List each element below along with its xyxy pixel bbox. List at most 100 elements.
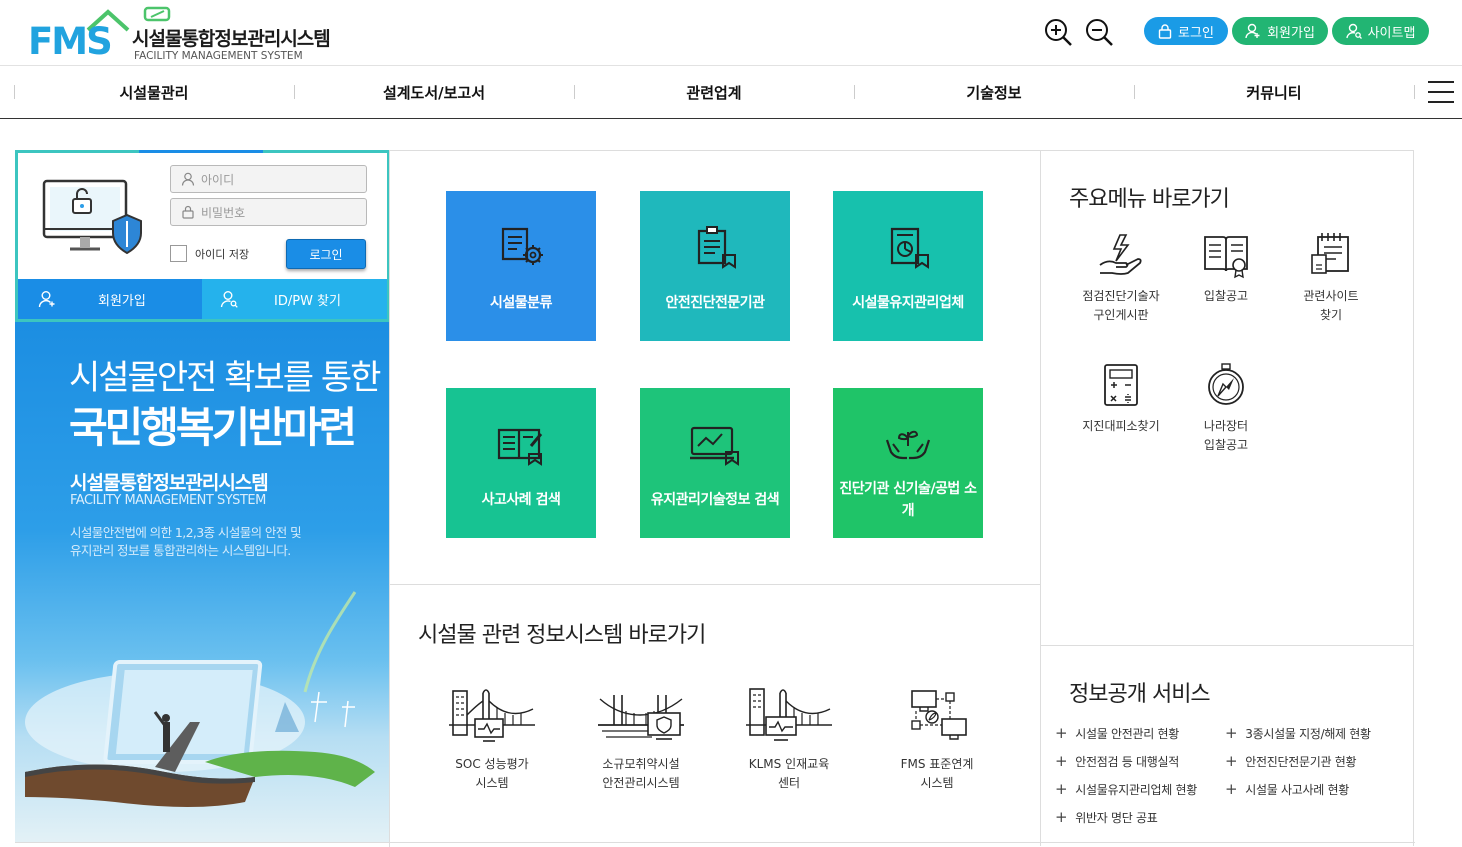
- svc-link-class3-designation[interactable]: +3종시설물 지정/해제 현황: [1225, 724, 1371, 742]
- sys-fms-standard-link[interactable]: FMS 표준연계 시스템: [862, 685, 1012, 793]
- svc-link-accident-cases[interactable]: + 시설물 사고사례 현황: [1225, 780, 1349, 798]
- tile-label: 유지관리기술정보 검색: [650, 492, 780, 508]
- tile-label: 시설물유지관리업체: [852, 295, 964, 311]
- lock-icon: [182, 205, 194, 219]
- notepad-icon: [1311, 233, 1349, 274]
- book-badge-icon: [1204, 236, 1248, 279]
- sys-label-line-1: KLMS 인재교육: [748, 757, 830, 771]
- zoom-in-icon[interactable]: [1043, 17, 1073, 47]
- zoom-out-icon[interactable]: [1084, 17, 1114, 47]
- menu-label-line-1: 점검진단기술자: [1082, 289, 1160, 303]
- svc-link-inspection-record[interactable]: + 안전점검 등 대행실적: [1055, 752, 1179, 770]
- logo-fms-text: FMS: [28, 20, 113, 63]
- banner-system-name: 시설물통합정보관리시스템: [70, 472, 269, 494]
- info-systems-title: 시설물 관련 정보시스템 바로가기: [418, 623, 706, 648]
- logo-title: 시설물통합정보관리시스템: [132, 28, 331, 50]
- sitemap-button[interactable]: 사이트맵: [1332, 17, 1429, 45]
- hands-plant-icon: [885, 430, 931, 460]
- banner-headline-1: 시설물안전 확보를 통한: [69, 358, 381, 398]
- signup-button[interactable]: 회원가입: [1232, 17, 1328, 45]
- signup-tab-label: 회원가입: [98, 293, 146, 309]
- svc-label: 시설물 안전관리 현황: [1075, 727, 1179, 741]
- menu-label-line-1: 나라장터: [1203, 419, 1249, 433]
- tile-label: 안전진단전문기관: [665, 295, 765, 311]
- svc-label: 안전진단전문기관 현황: [1245, 755, 1357, 769]
- tile-maintenance-company[interactable]: 시설물유지관리업체: [833, 191, 983, 341]
- sys-label-line-2: 시스템: [475, 776, 509, 790]
- svc-label: 시설물 사고사례 현황: [1245, 783, 1349, 797]
- sys-label-line-1: 소규모취약시설: [602, 757, 680, 771]
- sys-label-line-1: FMS 표준연계: [900, 757, 974, 771]
- tile-safety-diagnosis-agency[interactable]: 안전진단전문기관: [640, 191, 790, 341]
- svc-label: 3종시설물 지정/해제 현황: [1245, 727, 1371, 741]
- tile-new-tech-intro[interactable]: 진단기관 신기술/공법 소개: [833, 388, 983, 538]
- nav-item-tech-info[interactable]: 기술정보: [854, 66, 1134, 118]
- hamburger-menu-icon[interactable]: [1428, 81, 1454, 103]
- sys-label-line-2: 안전관리시스템: [602, 776, 680, 790]
- login-submit-button[interactable]: 로그인: [286, 239, 366, 269]
- sys-label-line-2: 시스템: [920, 776, 954, 790]
- checkbox-box[interactable]: [170, 245, 187, 262]
- nav-item-design-docs[interactable]: 설계도서/보고서: [294, 66, 574, 118]
- login-button-label: 로그인: [1178, 25, 1214, 41]
- menu-nara-market[interactable]: 나라장터 입찰공고: [1172, 361, 1280, 455]
- banner-illustration: [25, 591, 375, 807]
- tile-label: 사고사례 검색: [481, 492, 561, 508]
- lock-icon: [1158, 23, 1172, 39]
- menu-related-sites[interactable]: 관련사이트 찾기: [1277, 231, 1385, 325]
- book-pen-icon: [497, 428, 543, 466]
- sitemap-button-label: 사이트맵: [1367, 25, 1416, 41]
- site-logo[interactable]: FMS 시설물통합정보관리시스템 FACILITY MANAGEMENT SYS…: [28, 6, 331, 63]
- user-search-icon: [1345, 23, 1362, 39]
- logo-subtitle: FACILITY MANAGEMENT SYSTEM: [134, 50, 303, 62]
- network-icon: [911, 690, 967, 740]
- login-button[interactable]: 로그인: [1144, 17, 1228, 45]
- svc-link-maintenance-company[interactable]: + 시설물유지관리업체 현황: [1055, 780, 1197, 798]
- info-service-section: 정보공개 서비스 + 시설물 안전관리 현황 +3종시설물 지정/해제 현황 + 안…: [1040, 646, 1414, 846]
- id-input[interactable]: 아이디: [170, 165, 367, 193]
- clipboard-icon: [697, 226, 736, 269]
- nav-item-facility[interactable]: 시설물관리: [14, 66, 294, 118]
- tile-label: 진단기관 신기술/공법 소개: [839, 481, 977, 519]
- sys-klms-education[interactable]: KLMS 인재교육 센터: [714, 685, 864, 793]
- password-input[interactable]: 비밀번호: [170, 198, 367, 226]
- svc-label: 위반자 명단 공표: [1075, 811, 1158, 825]
- sys-label-line-1: SOC 성능평가: [455, 757, 529, 771]
- login-panel-accent: [139, 150, 263, 153]
- signup-tab[interactable]: 회원가입: [18, 279, 202, 319]
- id-input-placeholder: 아이디: [201, 172, 235, 187]
- menu-earthquake-shelter[interactable]: 지진대피소찾기: [1067, 361, 1175, 436]
- chart-document-icon: [890, 227, 929, 269]
- save-id-checkbox[interactable]: 아이디 저장: [170, 245, 249, 262]
- user-search-icon: [220, 291, 238, 308]
- tile-facility-classification[interactable]: 시설물분류: [446, 191, 596, 341]
- find-id-pw-tab[interactable]: ID/PW 찾기: [202, 279, 387, 319]
- nav-item-community[interactable]: 커뮤니티: [1134, 66, 1414, 118]
- monitor-graph-icon: [690, 426, 739, 466]
- svc-label: 시설물유지관리업체 현황: [1075, 783, 1197, 797]
- password-input-placeholder: 비밀번호: [201, 205, 246, 220]
- nav-item-industry[interactable]: 관련업계: [574, 66, 854, 118]
- svc-link-facility-safety[interactable]: + 시설물 안전관리 현황: [1055, 724, 1179, 742]
- svc-link-diagnosis-agency[interactable]: + 안전진단전문기관 현황: [1225, 752, 1357, 770]
- menu-label-line-2: 찾기: [1319, 308, 1343, 322]
- menu-bid-notice[interactable]: 입찰공고: [1172, 231, 1280, 306]
- menu-label-line-1: 지진대피소찾기: [1082, 419, 1160, 433]
- main-menu-title: 주요메뉴 바로가기: [1069, 187, 1230, 212]
- sys-small-facility-safety[interactable]: 소규모취약시설 안전관리시스템: [566, 685, 716, 793]
- main-menu-shortcuts: 주요메뉴 바로가기 점검진단기술자 구인게시판 입찰공고 관련사이트 찾기 지진…: [1040, 150, 1414, 646]
- tile-maintenance-tech-search[interactable]: 유지관리기술정보 검색: [640, 388, 790, 538]
- banner-desc-line-2: 유지관리 정보를 통합관리하는 시스템입니다.: [70, 543, 291, 558]
- menu-label-line-1: 관련사이트: [1303, 289, 1359, 303]
- signup-button-label: 회원가입: [1267, 25, 1315, 41]
- main-nav: 시설물관리 설계도서/보고서 관련업계 기술정보 커뮤니티: [0, 65, 1462, 119]
- tile-label: 시설물분류: [490, 295, 552, 311]
- find-tab-label: ID/PW 찾기: [274, 293, 341, 309]
- menu-inspector-job-board[interactable]: 점검진단기술자 구인게시판: [1067, 231, 1175, 325]
- tile-accident-case-search[interactable]: 사고사례 검색: [446, 388, 596, 538]
- sys-soc-evaluation[interactable]: SOC 성능평가 시스템: [417, 685, 567, 793]
- menu-label-line-2: 입찰공고: [1203, 438, 1249, 452]
- svc-link-violator-list[interactable]: + 위반자 명단 공표: [1055, 808, 1158, 826]
- user-add-icon: [38, 291, 55, 308]
- bridge-shield-icon: [598, 695, 684, 740]
